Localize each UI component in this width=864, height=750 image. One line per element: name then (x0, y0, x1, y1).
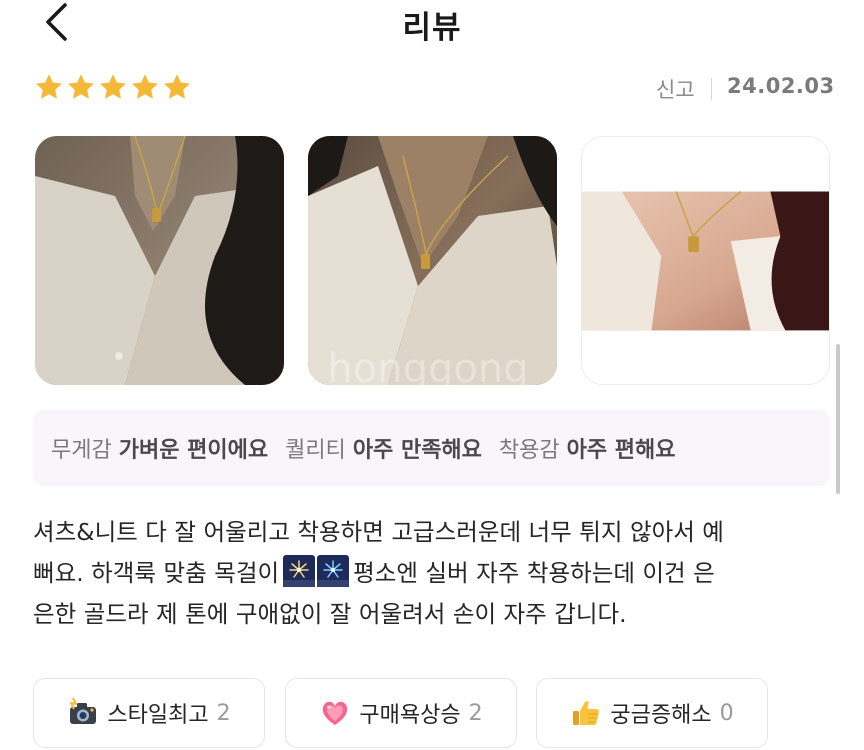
tag-question: 무게감 (51, 438, 112, 463)
review-date: 24.02.03 (727, 74, 835, 98)
review-text-line: 뻐요. 하객룩 맞춤 목걸이 평소엔 실버 자주 착용하는데 이건 은 (33, 553, 833, 594)
review-meta: 신고 24.02.03 (0, 66, 864, 110)
reaction-buttons: 스타일최고 2 구매욕상승 2 궁금증해소 0 (0, 678, 864, 748)
page-title: 리뷰 (402, 10, 462, 46)
thumbs-up-icon (570, 697, 602, 729)
star-icon (164, 74, 190, 99)
review-photo-image: honggong (308, 136, 557, 385)
review-text-segment: 뻐요. 하객룩 맞춤 목걸이 (33, 559, 280, 587)
reaction-count: 2 (468, 700, 483, 726)
review-tags: 무게감 가벼운 편이에요 퀄리티 아주 만족해요 착용감 아주 편해요 (33, 410, 830, 486)
emoji-group (283, 555, 350, 587)
scrollbar[interactable] (836, 344, 840, 494)
review-photo-1[interactable] (35, 136, 284, 385)
camera-flash-icon (67, 697, 99, 729)
review-text-line: 셔츠&니트 다 잘 어울리고 착용하면 고급스러운데 너무 튀지 않아서 예 (33, 518, 724, 546)
reaction-label: 스타일최고 (107, 703, 209, 728)
star-icon (36, 74, 62, 99)
review-text-line: 은한 골드라 제 톤에 구애없이 잘 어울려서 손이 자주 갑니다. (33, 600, 627, 628)
tag-question: 착용감 (498, 438, 560, 463)
reaction-label: 구매욕상승 (359, 703, 461, 728)
heart-icon (319, 697, 351, 729)
review-text-segment: 평소엔 실버 자주 착용하는데 이건 은 (353, 559, 715, 587)
review-photo-2[interactable]: honggong (308, 136, 557, 385)
review-photos: honggong (0, 136, 864, 386)
review-body: 셔츠&니트 다 잘 어울리고 착용하면 고급스러운데 너무 튀지 않아서 예 뻐… (33, 512, 833, 635)
star-icon (100, 74, 126, 99)
review-photo-3[interactable] (581, 136, 830, 385)
report-link[interactable]: 신고 (656, 74, 695, 104)
star-rating (34, 72, 192, 102)
reaction-want-to-buy-button[interactable]: 구매욕상승 2 (285, 678, 517, 748)
tag-answer: 가벼운 편이에요 (118, 438, 269, 463)
star-icon (132, 74, 158, 99)
reaction-label: 궁금증해소 (610, 703, 712, 728)
divider (711, 78, 712, 100)
tag-answer: 아주 만족해요 (352, 438, 482, 463)
tag-answer: 아주 편해요 (566, 438, 676, 463)
review-photo-image (35, 136, 284, 385)
tag-question: 퀄리티 (285, 438, 346, 463)
top-bar: 리뷰 (0, 0, 864, 46)
star-icon (68, 74, 94, 99)
fireworks-icon (283, 555, 316, 587)
reaction-curiosity-resolved-button[interactable]: 궁금증해소 0 (536, 678, 768, 748)
reaction-style-best-button[interactable]: 스타일최고 2 (33, 678, 265, 748)
fireworks-icon (317, 555, 350, 587)
svg-text:honggong: honggong (327, 346, 528, 385)
review-photo-image (582, 137, 829, 384)
reaction-count: 2 (216, 700, 231, 726)
reaction-count: 0 (719, 700, 734, 726)
